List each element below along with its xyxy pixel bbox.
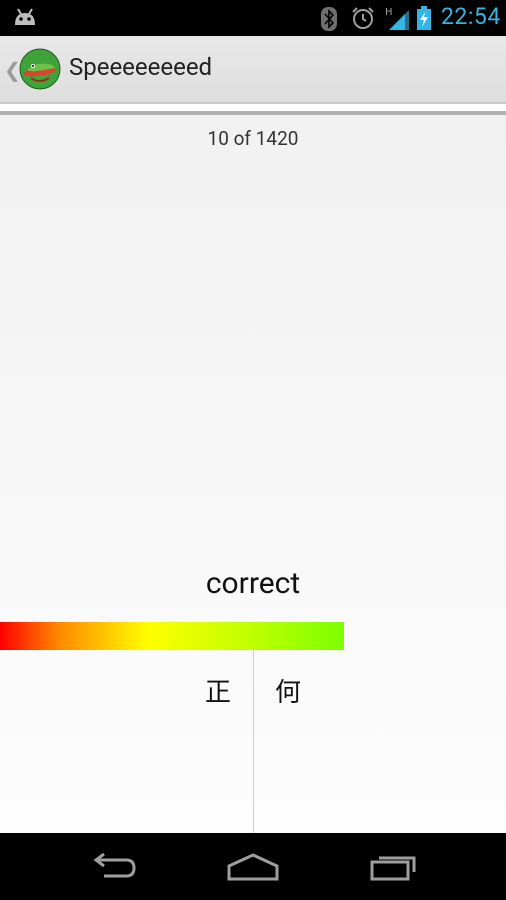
status-bar: H 22:54 [0, 0, 506, 36]
prompt-word: correct [205, 566, 301, 601]
signal-h-icon: H [385, 7, 409, 30]
recent-apps-icon[interactable] [369, 852, 421, 882]
answer-choice-label: 正 [204, 672, 231, 709]
answer-choice-label: 何 [275, 672, 302, 709]
android-debug-icon [15, 8, 35, 25]
time-progress-bar [0, 622, 506, 650]
status-time: 22:54 [441, 3, 501, 30]
navigation-bar [0, 833, 506, 900]
crocodile-app-icon[interactable] [19, 48, 61, 90]
action-bar: ❮ Speeeeeeeed [0, 36, 506, 104]
answer-choice-right[interactable]: 何 [253, 650, 506, 833]
time-progress-fill [0, 622, 345, 650]
home-icon[interactable] [226, 852, 280, 882]
quiz-area: 10 of 1420 correct 正 何 [0, 115, 506, 833]
answer-choice-left[interactable]: 正 [0, 650, 252, 833]
svg-text:H: H [385, 7, 393, 18]
battery-charging-icon [417, 6, 431, 30]
bluetooth-icon [321, 7, 337, 31]
alarm-icon [352, 7, 374, 29]
back-icon[interactable] [88, 852, 138, 882]
app-title[interactable]: Speeeeeeeed [69, 53, 212, 81]
question-counter: 10 of 1420 [207, 127, 299, 150]
